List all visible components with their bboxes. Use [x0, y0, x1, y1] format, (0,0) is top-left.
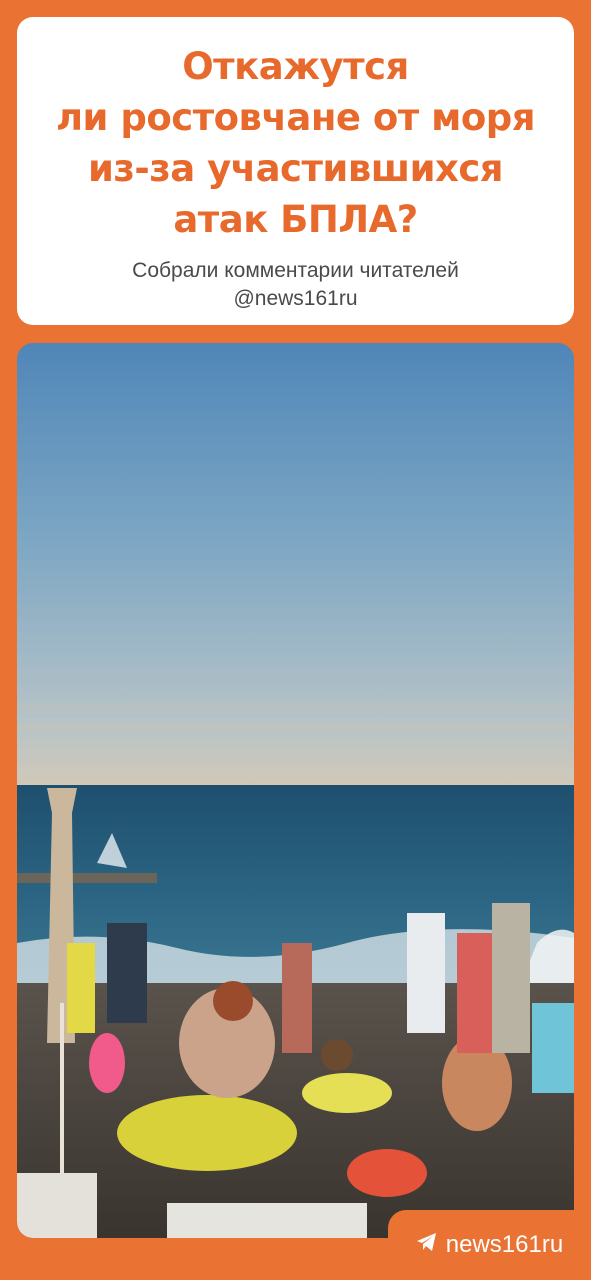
title-line: атак БПЛА?	[173, 198, 418, 241]
title-line: ли ростовчане от моря	[55, 96, 536, 139]
channel-handle: @news161ru	[233, 287, 358, 310]
telegram-icon	[416, 1231, 438, 1259]
title-line: Откажутся	[182, 45, 409, 88]
beach-photo	[17, 343, 574, 1238]
subtitle: Собрали комментарии читателей @news161ru	[17, 257, 574, 313]
brand-name: news161ru	[445, 1231, 564, 1258]
brand-badge: news161ru	[388, 1210, 591, 1280]
headline-card: Откажутся ли ростовчане от моря из-за уч…	[17, 17, 574, 325]
title-line: из-за участившихся	[87, 147, 504, 190]
subtitle-line: Собрали комментарии читателей	[132, 259, 459, 282]
beach-scene-image	[17, 343, 574, 1238]
page-title: Откажутся ли ростовчане от моря из-за уч…	[47, 41, 544, 245]
